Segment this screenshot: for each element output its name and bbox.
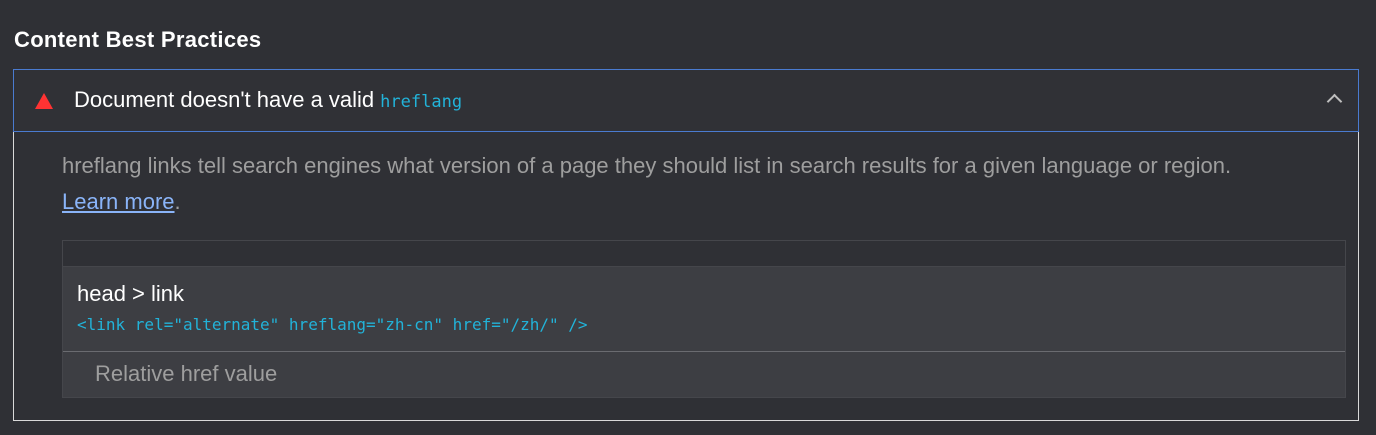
audit-panel: Content Best Practices Document doesn't … xyxy=(0,0,1376,435)
audit-title: Document doesn't have a valid hreflang xyxy=(74,87,463,112)
audit-item: Document doesn't have a valid hreflang hr… xyxy=(13,69,1359,421)
warning-triangle-icon xyxy=(35,93,53,109)
node-label: head > link xyxy=(77,281,185,306)
audit-description: hreflang links tell search engines what … xyxy=(62,153,1232,214)
learn-more-link[interactable]: Learn more xyxy=(62,189,175,214)
chevron-up-icon[interactable] xyxy=(1326,93,1343,110)
audit-title-code: hreflang xyxy=(380,92,463,112)
node-snippet: <link rel="alternate" hreflang="zh-cn" h… xyxy=(77,315,588,334)
details-header xyxy=(63,241,1345,267)
audit-header-toggle[interactable]: Document doesn't have a valid hreflang xyxy=(13,69,1359,132)
group-title: Content Best Practices xyxy=(14,27,262,52)
sub-item-text: Relative href value xyxy=(95,361,278,386)
table-sub-row: Relative href value xyxy=(63,352,1345,397)
table-row: head > link <link rel="alternate" hrefla… xyxy=(63,267,1345,352)
details-table: head > link <link rel="alternate" hrefla… xyxy=(62,240,1346,398)
